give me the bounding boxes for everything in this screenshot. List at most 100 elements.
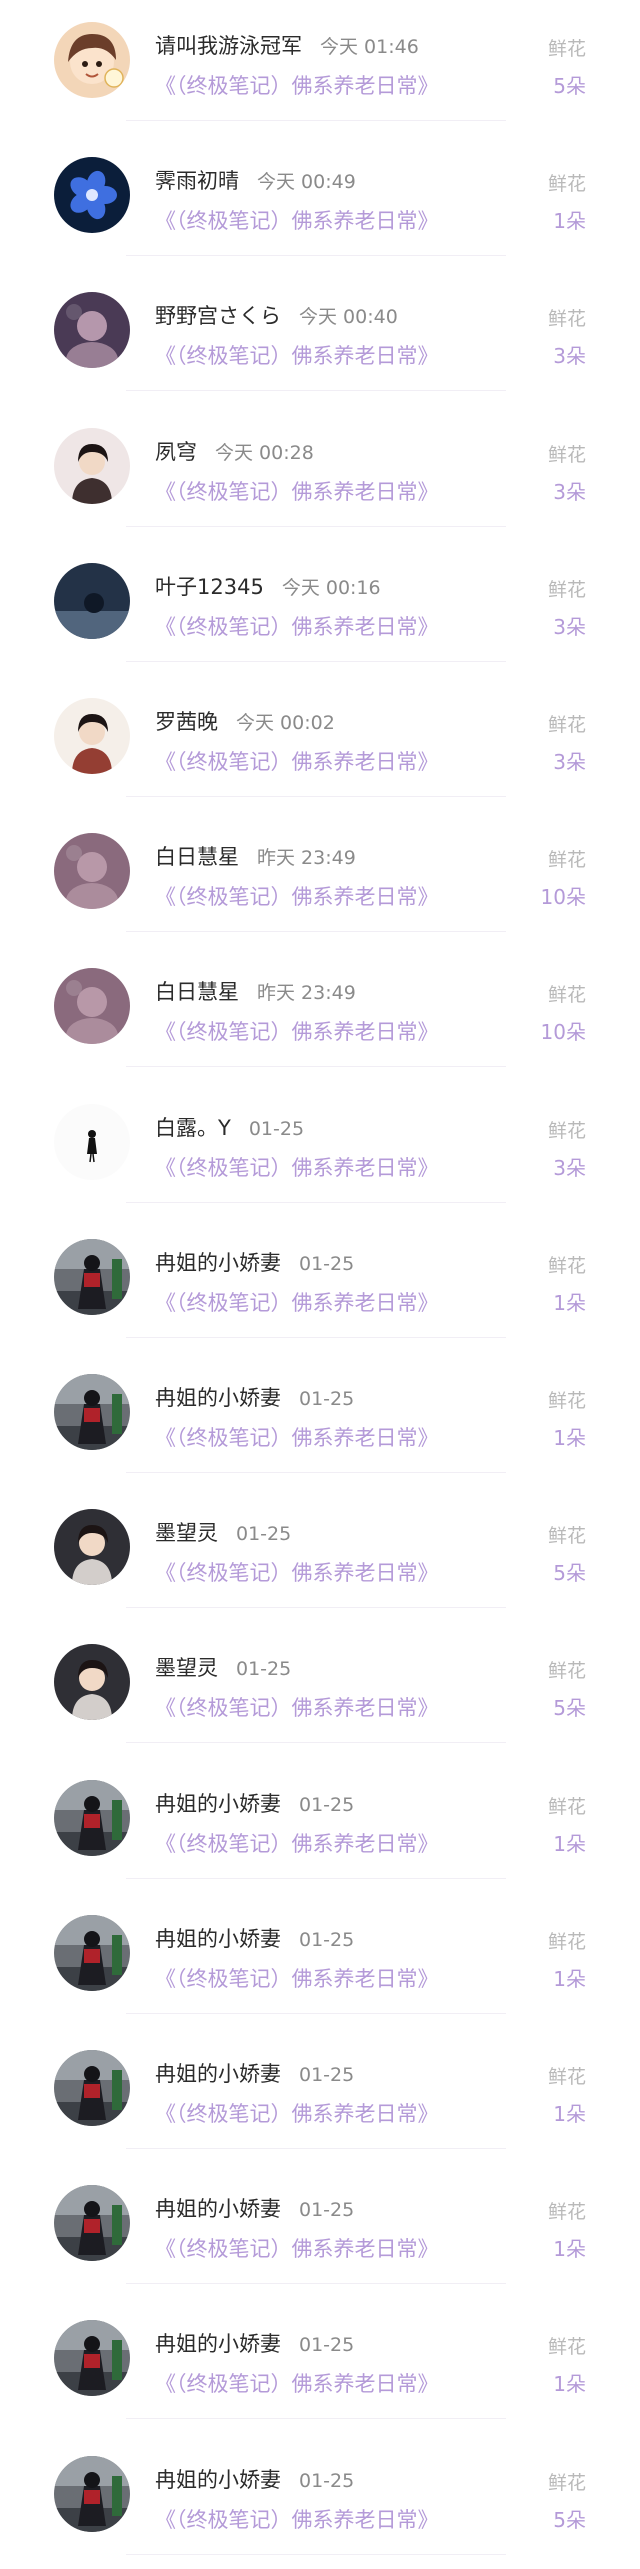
gift-count: 3朵 [553, 1155, 586, 1180]
gift-count: 3朵 [553, 479, 586, 504]
list-item[interactable]: 墨望灵 01-25 《（终极笔记）佛系养老日常》 鲜花 5朵 [0, 1622, 640, 1757]
list-item[interactable]: 叶子12345 今天 00:16 《（终极笔记）佛系养老日常》 鲜花 3朵 [0, 541, 640, 676]
user-name[interactable]: 墨望灵 [155, 1517, 218, 1547]
avatar[interactable] [54, 698, 130, 774]
user-name[interactable]: 冉姐的小娇妻 [155, 1382, 281, 1412]
avatar[interactable] [54, 968, 130, 1045]
user-name[interactable]: 墨望灵 [155, 1652, 218, 1682]
row-divider [126, 796, 506, 797]
gift-count: 3朵 [553, 344, 586, 369]
user-name[interactable]: 夙穹 [155, 436, 197, 466]
avatar[interactable] [54, 2455, 130, 2532]
list-item[interactable]: 冉姐的小娇妻 01-25 《（终极笔记）佛系养老日常》 鲜花 1朵 [0, 2028, 640, 2163]
user-name[interactable]: 白露。Y [155, 1112, 231, 1142]
list-item[interactable]: 白日慧星 昨天 23:49 《（终极笔记）佛系养老日常》 鲜花 10朵 [0, 946, 640, 1081]
gift-type-label: 鲜花 [547, 308, 586, 331]
book-title-link[interactable]: 《（终极笔记）佛系养老日常》 [155, 1422, 439, 1452]
book-title-link[interactable]: 《（终极笔记）佛系养老日常》 [155, 881, 439, 911]
gift-type-label: 鲜花 [547, 2201, 586, 2224]
row-divider [126, 390, 506, 392]
list-item[interactable]: 白露。Y 01-25 《（终极笔记）佛系养老日常》 鲜花 3朵 [0, 1082, 640, 1217]
list-item[interactable]: 冉姐的小娇妻 01-25 《（终极笔记）佛系养老日常》 鲜花 1朵 [0, 1352, 640, 1487]
book-title-link[interactable]: 《（终极笔记）佛系养老日常》 [155, 205, 439, 235]
user-name[interactable]: 冉姐的小娇妻 [155, 1247, 281, 1277]
avatar[interactable] [54, 1374, 130, 1450]
row-divider [126, 931, 506, 933]
gift-count: 3朵 [553, 614, 586, 639]
avatar[interactable] [54, 1644, 130, 1721]
user-name[interactable]: 叶子12345 [155, 571, 264, 601]
user-name[interactable]: 冉姐的小娇妻 [155, 2328, 281, 2358]
book-title-link[interactable]: 《（终极笔记）佛系养老日常》 [155, 340, 439, 370]
avatar[interactable] [54, 2320, 130, 2397]
book-title-link[interactable]: 《（终极笔记）佛系养老日常》 [155, 1152, 439, 1182]
gift-type-label: 鲜花 [547, 2066, 586, 2088]
avatar[interactable] [54, 2185, 130, 2262]
book-title-link[interactable]: 《（终极笔记）佛系养老日常》 [155, 1016, 439, 1046]
gift-type-label: 鲜花 [547, 1795, 586, 1818]
book-title-link[interactable]: 《（终极笔记）佛系养老日常》 [155, 1692, 439, 1722]
list-item[interactable]: 冉姐的小娇妻 01-25 《（终极笔记）佛系养老日常》 鲜花 1朵 [0, 2163, 640, 2298]
user-name[interactable]: 冉姐的小娇妻 [155, 2058, 281, 2088]
avatar[interactable] [54, 833, 130, 910]
gift-count: 1朵 [553, 2372, 586, 2397]
avatar[interactable] [54, 1103, 130, 1180]
user-line: 墨望灵 01-25 [155, 1517, 291, 1547]
avatar[interactable] [54, 1509, 130, 1586]
book-title-link[interactable]: 《（终极笔记）佛系养老日常》 [155, 70, 439, 100]
avatar[interactable] [54, 292, 130, 369]
user-name[interactable]: 冉姐的小娇妻 [155, 1788, 281, 1818]
user-name[interactable]: 白日慧星 [155, 976, 239, 1006]
user-name[interactable]: 罗茜晚 [155, 706, 218, 736]
timestamp: 01-25 [236, 1658, 292, 1681]
avatar[interactable] [54, 1238, 130, 1315]
list-item[interactable]: 霁雨初晴 今天 00:49 《（终极笔记）佛系养老日常》 鲜花 1朵 [0, 135, 640, 270]
row-divider [126, 1607, 506, 1609]
book-title-link[interactable]: 《（终极笔记）佛系养老日常》 [155, 1828, 439, 1858]
avatar[interactable] [54, 157, 130, 234]
list-item[interactable]: 冉姐的小娇妻 01-25 《（终极笔记）佛系养老日常》 鲜花 1朵 [0, 1893, 640, 2028]
user-name[interactable]: 冉姐的小娇妻 [155, 2464, 281, 2494]
list-item[interactable]: 墨望灵 01-25 《（终极笔记）佛系养老日常》 鲜花 5朵 [0, 1487, 640, 1622]
user-line: 冉姐的小娇妻 01-25 [155, 2193, 354, 2223]
avatar[interactable] [54, 427, 130, 504]
row-divider [126, 255, 506, 257]
user-name[interactable]: 白日慧星 [155, 841, 239, 871]
row-divider [126, 120, 506, 121]
book-title-link[interactable]: 《（终极笔记）佛系养老日常》 [155, 476, 439, 506]
gift-count: 5朵 [553, 1561, 586, 1586]
user-line: 冉姐的小娇妻 01-25 [155, 1382, 354, 1412]
list-item[interactable]: 请叫我游泳冠军 今天 01:46 《（终极笔记）佛系养老日常》 鲜花 5朵 [0, 0, 640, 135]
book-title-link[interactable]: 《（终极笔记）佛系养老日常》 [155, 2368, 439, 2398]
list-item[interactable]: 白日慧星 昨天 23:49 《（终极笔记）佛系养老日常》 鲜花 10朵 [0, 811, 640, 946]
gift-type-label: 鲜花 [547, 1660, 586, 1683]
book-title-link[interactable]: 《（终极笔记）佛系养老日常》 [155, 2098, 439, 2128]
user-name[interactable]: 请叫我游泳冠军 [155, 30, 302, 60]
avatar[interactable] [54, 1914, 130, 1991]
book-title-link[interactable]: 《（终极笔记）佛系养老日常》 [155, 746, 439, 776]
book-title-link[interactable]: 《（终极笔记）佛系养老日常》 [155, 1963, 439, 1993]
list-item[interactable]: 罗茜晚 今天 00:02 《（终极笔记）佛系养老日常》 鲜花 3朵 [0, 676, 640, 811]
book-title-link[interactable]: 《（终极笔记）佛系养老日常》 [155, 2504, 439, 2534]
book-title-link[interactable]: 《（终极笔记）佛系养老日常》 [155, 2233, 439, 2263]
user-name[interactable]: 野野宫さくら [155, 300, 281, 330]
row-divider [126, 2553, 506, 2555]
list-item[interactable]: 野野宫さくら 今天 00:40 《（终极笔记）佛系养老日常》 鲜花 3朵 [0, 270, 640, 405]
avatar[interactable] [54, 22, 130, 98]
avatar[interactable] [54, 2050, 130, 2126]
list-item[interactable]: 冉姐的小娇妻 01-25 《（终极笔记）佛系养老日常》 鲜花 1朵 [0, 2298, 640, 2433]
avatar[interactable] [54, 562, 130, 639]
book-title-link[interactable]: 《（终极笔记）佛系养老日常》 [155, 1557, 439, 1587]
gift-type-label: 鲜花 [547, 1525, 586, 1548]
list-item[interactable]: 夙穹 今天 00:28 《（终极笔记）佛系养老日常》 鲜花 3朵 [0, 406, 640, 541]
avatar[interactable] [54, 1779, 130, 1856]
user-name[interactable]: 霁雨初晴 [155, 165, 239, 195]
book-title-link[interactable]: 《（终极笔记）佛系养老日常》 [155, 611, 439, 641]
user-name[interactable]: 冉姐的小娇妻 [155, 2193, 281, 2223]
book-title-link[interactable]: 《（终极笔记）佛系养老日常》 [155, 1287, 439, 1317]
timestamp: 01-25 [299, 2064, 355, 2086]
list-item[interactable]: 冉姐的小娇妻 01-25 《（终极笔记）佛系养老日常》 鲜花 1朵 [0, 1217, 640, 1352]
user-name[interactable]: 冉姐的小娇妻 [155, 1923, 281, 1953]
list-item[interactable]: 冉姐的小娇妻 01-25 《（终极笔记）佛系养老日常》 鲜花 1朵 [0, 1758, 640, 1893]
list-item[interactable]: 冉姐的小娇妻 01-25 《（终极笔记）佛系养老日常》 鲜花 5朵 [0, 2434, 640, 2569]
